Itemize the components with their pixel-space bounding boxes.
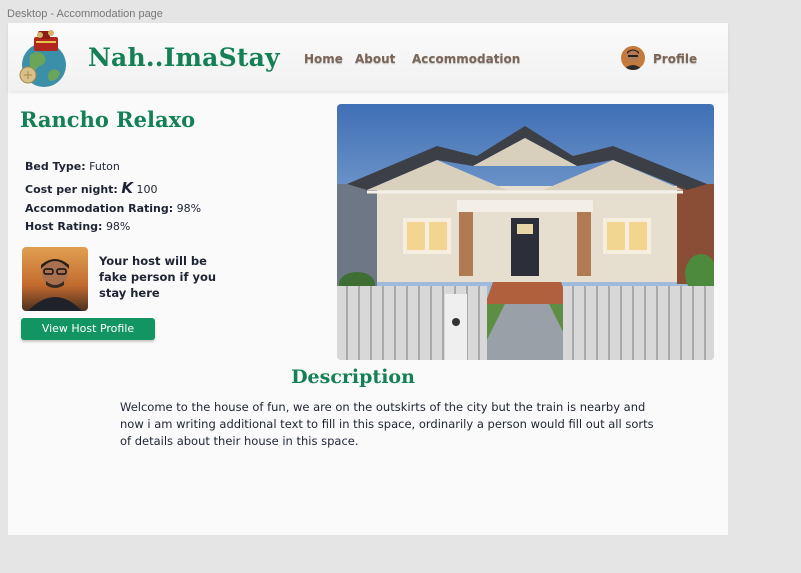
description-text: Welcome to the house of fun, we are on t… — [120, 400, 654, 448]
host-rating-value: 98% — [105, 220, 131, 233]
nav-profile-link[interactable]: Profile — [653, 52, 697, 66]
host-rating-row: Host Rating: 98% — [25, 220, 130, 233]
accommodation-page: Nah..ImaStay Home About Accommodation Pr… — [8, 23, 728, 535]
accommodation-photo[interactable] — [337, 104, 714, 360]
accommodation-rating-row: Accommodation Rating: 98% — [25, 202, 201, 215]
cost-value: 100 — [136, 183, 158, 196]
globe-luggage-logo-icon[interactable] — [16, 27, 72, 91]
host-avatar[interactable] — [22, 247, 88, 311]
cost-row: Cost per night: K 100 — [25, 181, 158, 197]
view-host-profile-button[interactable]: View Host Profile — [21, 318, 155, 340]
profile-avatar-icon[interactable] — [621, 46, 645, 70]
host-note: Your host will be fake person if you sta… — [99, 254, 217, 300]
brand-name[interactable]: Nah..ImaStay — [88, 43, 280, 72]
nav-accommodation-link[interactable]: Accommodation — [412, 52, 520, 66]
cost-label: Cost per night: — [25, 183, 118, 196]
bed-type-value: Futon — [89, 160, 120, 173]
frame-label: Desktop - Accommodation page — [7, 8, 163, 20]
description-heading: Description — [291, 366, 415, 388]
currency-k-icon: K — [121, 179, 133, 197]
bed-type-row: Bed Type: Futon — [25, 160, 120, 173]
top-navbar: Nah..ImaStay Home About Accommodation Pr… — [8, 23, 728, 91]
host-rating-label: Host Rating: — [25, 220, 103, 233]
accommodation-rating-label: Accommodation Rating: — [25, 202, 174, 215]
bed-type-label: Bed Type: — [25, 160, 86, 173]
listing-title: Rancho Relaxo — [20, 107, 196, 132]
nav-about-link[interactable]: About — [355, 52, 395, 66]
nav-home-link[interactable]: Home — [304, 52, 343, 66]
accommodation-rating-value: 98% — [176, 202, 202, 215]
